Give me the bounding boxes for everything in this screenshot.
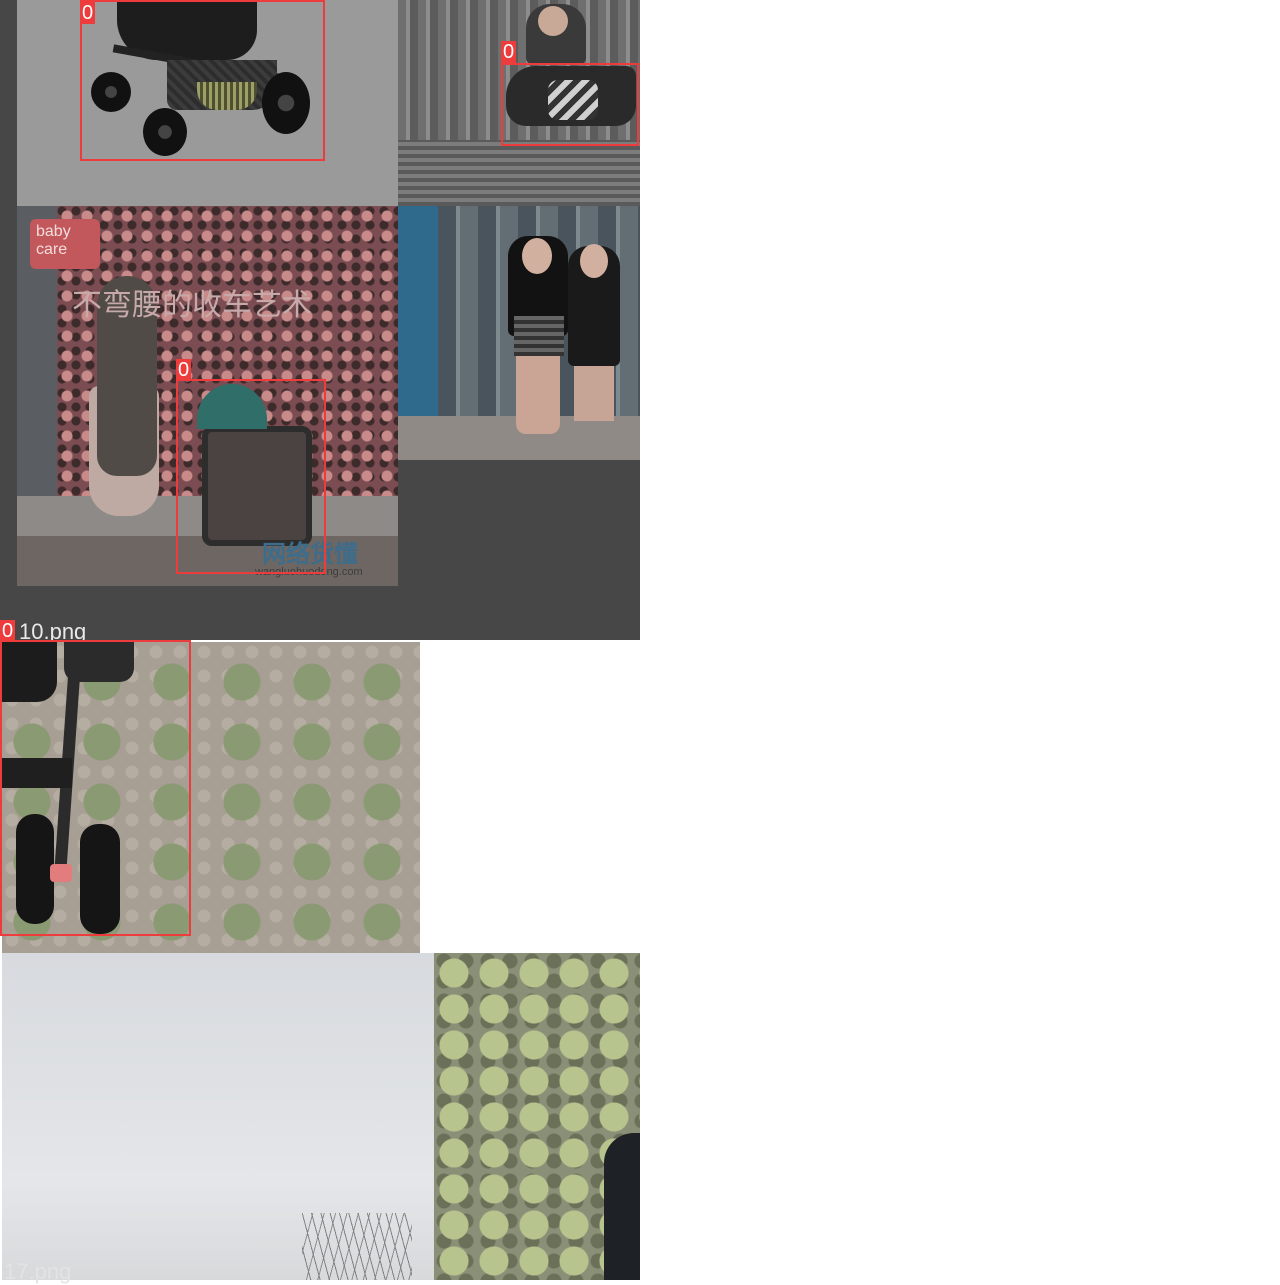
bare-branches (302, 1213, 412, 1280)
person-legs (574, 361, 614, 421)
person-head (580, 244, 608, 278)
detection-class-tag: 0 (176, 359, 192, 381)
ad-headline: 不弯腰的收车艺术 (72, 289, 312, 322)
training-batch-mosaic: baby care 不弯腰的收车艺术 网络货懂 wangluohuodong.c… (0, 0, 640, 1284)
tile-street-walkers (398, 206, 640, 460)
person-head (538, 6, 568, 36)
detection-box (176, 379, 326, 574)
logo-line-2: care (36, 241, 68, 258)
blue-banner (398, 206, 438, 416)
tile-foliage (434, 953, 640, 1280)
logo-line-1: baby (36, 223, 71, 240)
detection-box (80, 0, 325, 161)
plaid-skirt (514, 316, 564, 356)
mosaic-image-10: baby care 不弯腰的收车艺术 网络货懂 wangluohuodong.c… (0, 0, 640, 644)
mosaic-image-17 (0, 640, 640, 1280)
person-head (522, 238, 552, 274)
babycare-logo: baby care (30, 219, 100, 269)
detection-box (0, 640, 191, 936)
detection-box (501, 63, 639, 146)
dark-object (604, 1133, 640, 1280)
person-legs (516, 354, 560, 434)
escalator-steps (398, 140, 640, 206)
image-filename: 17.png (4, 1259, 72, 1284)
detection-class-tag: 0 (0, 620, 16, 642)
detection-class-tag: 0 (80, 2, 96, 24)
tile-sky (2, 953, 434, 1280)
detection-class-tag: 0 (501, 41, 517, 63)
